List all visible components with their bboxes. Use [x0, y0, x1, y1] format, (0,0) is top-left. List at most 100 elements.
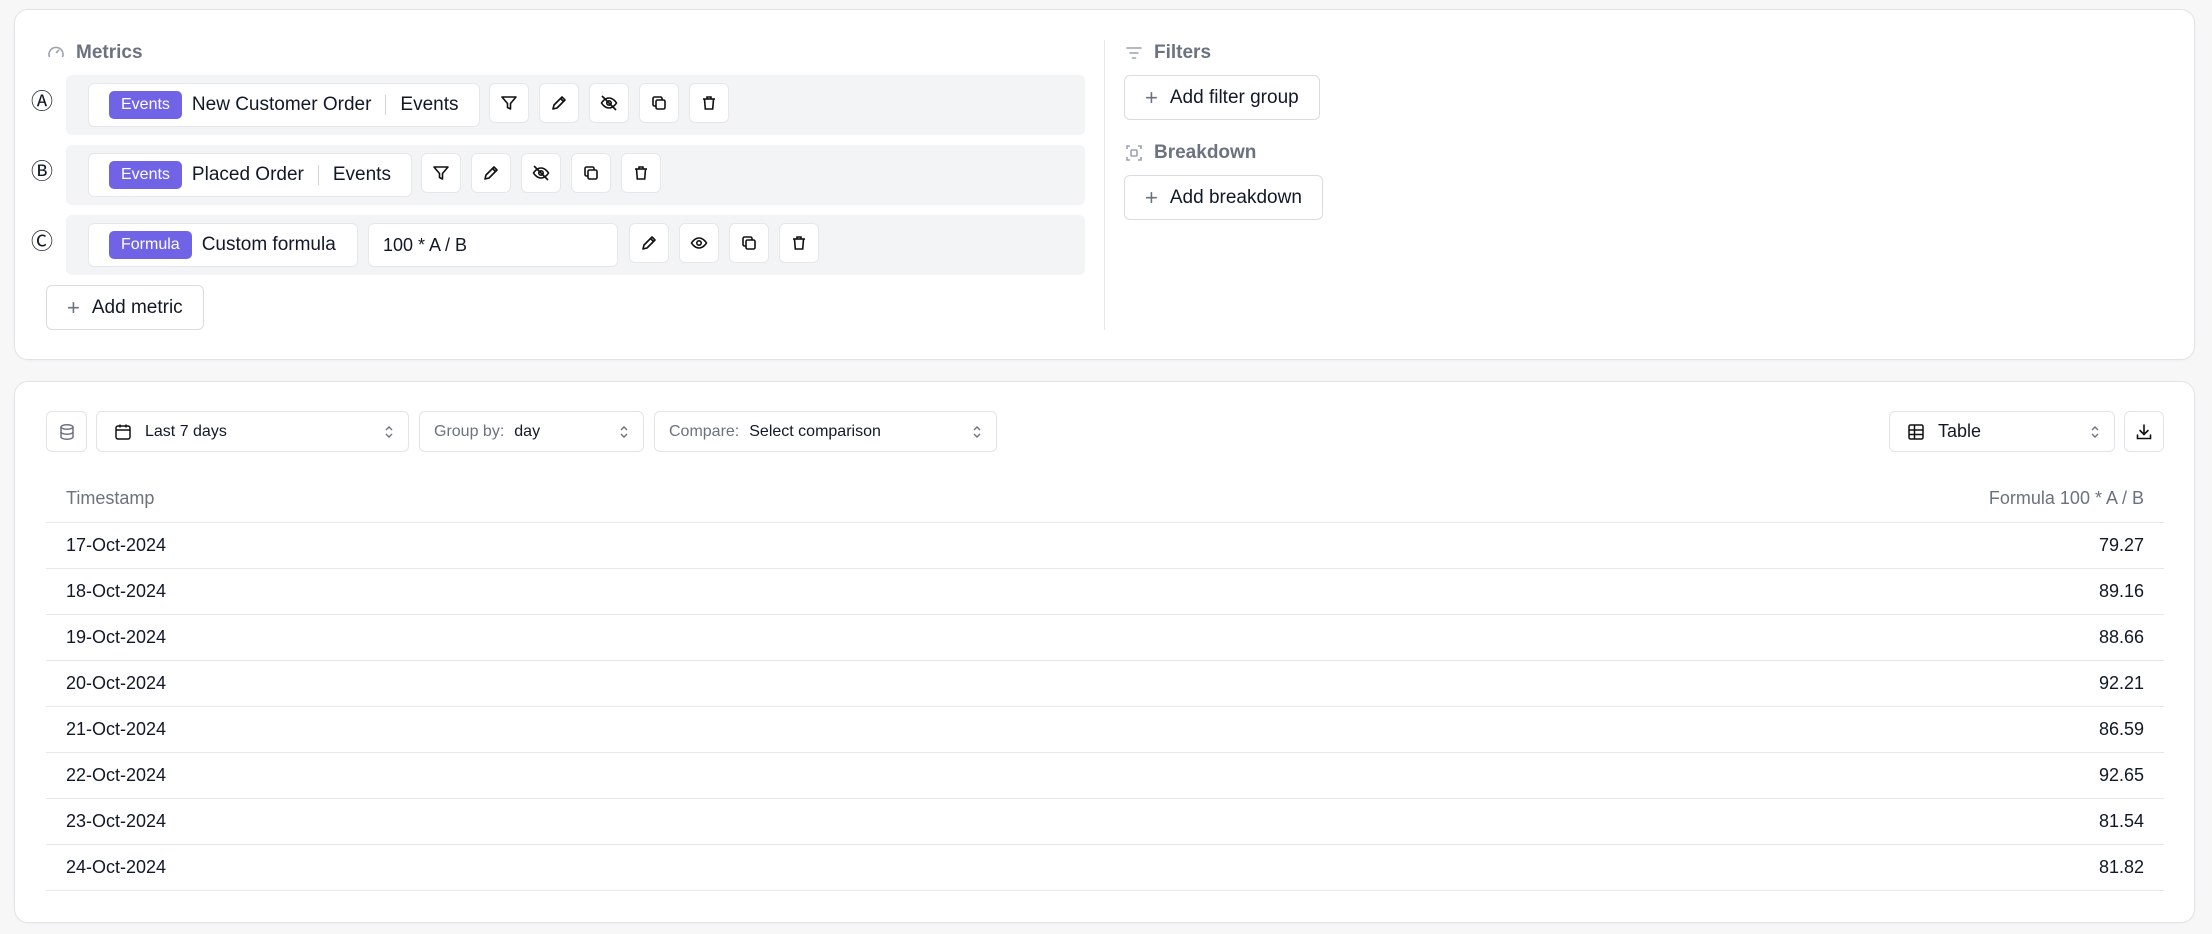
filters-section-label: Filters — [1124, 42, 1211, 64]
trash-icon — [793, 236, 805, 250]
timestamp-cell: 18-Oct-2024 — [46, 568, 932, 615]
toggle-visibility-button[interactable] — [679, 223, 719, 263]
event-type: Events — [400, 94, 459, 115]
metrics-section-label: Metrics — [46, 42, 143, 64]
table-row: 22-Oct-2024 92.65 — [46, 752, 2164, 799]
table-row: 24-Oct-2024 81.82 — [46, 844, 2164, 891]
metric-row-a: Events New Customer Order Events — [66, 75, 1085, 135]
value-cell: 81.82 — [931, 844, 2164, 891]
value-cell: 86.59 — [931, 706, 2164, 753]
edit-button[interactable] — [629, 223, 669, 263]
table-row: 17-Oct-2024 79.27 — [46, 522, 2164, 569]
metric-selector-b[interactable]: Events Placed Order Events — [88, 153, 412, 197]
add-filter-group-button[interactable]: + Add filter group — [1124, 75, 1320, 120]
value-cell: 81.54 — [931, 798, 2164, 845]
results-table: Timestamp Formula 100 * A / B 17-Oct-202… — [46, 475, 2164, 891]
formula-input[interactable]: 100 * A / B — [368, 223, 618, 267]
toggle-visibility-button[interactable] — [521, 153, 561, 193]
timestamp-cell: 22-Oct-2024 — [46, 752, 932, 799]
table-row: 18-Oct-2024 89.16 — [46, 568, 2164, 615]
breakdown-section-label: Breakdown — [1124, 142, 1256, 164]
chevron-updown-icon — [385, 426, 393, 438]
event-name: Placed Order — [191, 164, 304, 185]
metric-row-b: Events Placed Order Events — [66, 145, 1085, 205]
download-icon — [2136, 423, 2152, 439]
date-range-select[interactable]: Last 7 days — [96, 411, 409, 452]
compare-label: Compare: — [669, 422, 740, 440]
value-cell: 92.21 — [931, 660, 2164, 707]
group-by-select[interactable]: Group by: day — [419, 411, 644, 452]
column-header-timestamp[interactable]: Timestamp — [46, 475, 932, 523]
group-by-value: day — [514, 422, 541, 440]
chevron-updown-icon — [2091, 426, 2099, 438]
chevron-updown-icon — [620, 426, 628, 438]
metric-selector-c[interactable]: Formula Custom formula — [88, 223, 358, 267]
pencil-icon — [642, 236, 656, 250]
chevron-updown-icon — [973, 426, 981, 438]
filters-title: Filters — [1154, 42, 1212, 63]
timestamp-cell: 19-Oct-2024 — [46, 614, 932, 661]
metric-row-c: Formula Custom formula 100 * A / B — [66, 215, 1085, 275]
toggle-visibility-button[interactable] — [589, 83, 629, 123]
add-filter-label: Add filter group — [1169, 86, 1299, 108]
table-row: 23-Oct-2024 81.54 — [46, 798, 2164, 845]
view-mode-select[interactable]: Table — [1889, 411, 2115, 452]
data-source-button[interactable] — [46, 411, 87, 452]
filter-lines-icon — [1126, 47, 1142, 59]
date-range-value: Last 7 days — [145, 422, 227, 440]
filter-icon — [433, 166, 449, 180]
pencil-icon — [484, 166, 498, 180]
filter-button[interactable] — [489, 83, 529, 123]
value-cell: 89.16 — [931, 568, 2164, 615]
value-cell: 79.27 — [931, 522, 2164, 569]
metric-letter-b: Ⓑ — [30, 159, 53, 184]
event-type: Events — [332, 164, 391, 185]
edit-button[interactable] — [471, 153, 511, 193]
metric-letter-c: Ⓒ — [30, 229, 53, 254]
metric-letter-a: Ⓐ — [30, 89, 53, 114]
add-metric-label: Add metric — [91, 296, 183, 318]
table-icon — [1908, 423, 1924, 440]
database-icon — [59, 423, 74, 440]
trash-icon — [635, 166, 647, 180]
copy-icon — [652, 96, 666, 110]
add-breakdown-button[interactable]: + Add breakdown — [1124, 175, 1323, 220]
duplicate-button[interactable] — [729, 223, 769, 263]
metric-selector-a[interactable]: Events New Customer Order Events — [88, 83, 480, 127]
plus-icon: + — [67, 294, 80, 320]
delete-button[interactable] — [689, 83, 729, 123]
eye-icon — [690, 237, 708, 249]
copy-icon — [742, 236, 756, 250]
compare-value: Select comparison — [749, 422, 881, 440]
download-button[interactable] — [2124, 411, 2164, 452]
table-row: 19-Oct-2024 88.66 — [46, 614, 2164, 661]
gauge-icon — [48, 46, 64, 58]
breakdown-icon — [1126, 145, 1142, 161]
filter-icon — [501, 96, 517, 110]
duplicate-button[interactable] — [639, 83, 679, 123]
compare-select[interactable]: Compare: Select comparison — [654, 411, 997, 452]
value-cell: 88.66 — [931, 614, 2164, 661]
metrics-title: Metrics — [76, 42, 143, 63]
delete-button[interactable] — [779, 223, 819, 263]
event-badge: Events — [109, 91, 182, 119]
event-badge: Events — [109, 161, 182, 189]
edit-button[interactable] — [539, 83, 579, 123]
breakdown-title: Breakdown — [1154, 142, 1257, 163]
trash-icon — [703, 96, 715, 110]
event-name: New Customer Order — [191, 94, 372, 115]
add-metric-button[interactable]: + Add metric — [46, 285, 204, 330]
value-cell: 92.65 — [931, 752, 2164, 799]
table-header-row: Timestamp Formula 100 * A / B — [46, 475, 2164, 523]
formula-badge: Formula — [109, 231, 192, 259]
duplicate-button[interactable] — [571, 153, 611, 193]
column-header-formula[interactable]: Formula 100 * A / B — [931, 475, 2164, 523]
timestamp-cell: 20-Oct-2024 — [46, 660, 932, 707]
pencil-icon — [552, 96, 566, 110]
delete-button[interactable] — [621, 153, 661, 193]
eye-off-icon — [532, 165, 550, 181]
panel-divider — [1104, 40, 1105, 330]
plus-icon: + — [1145, 84, 1158, 110]
timestamp-cell: 17-Oct-2024 — [46, 522, 932, 569]
filter-button[interactable] — [421, 153, 461, 193]
